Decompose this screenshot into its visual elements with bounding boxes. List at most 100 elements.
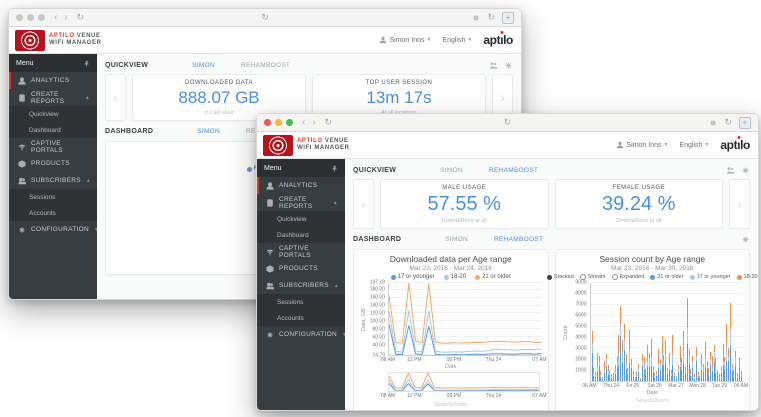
wifi-icon [18, 143, 26, 151]
gear-icon[interactable] [741, 166, 750, 175]
sidebar-item-sessions[interactable]: Sessions [257, 294, 345, 310]
app-header: APTILO VENUE WIFI MANAGER Simon Inns▼ En… [257, 132, 758, 159]
reload-icon[interactable]: ↻ [261, 13, 269, 22]
user-menu[interactable]: Simon Inns▼ [616, 141, 668, 149]
aptilo-brand-logo: aptılo [720, 139, 750, 151]
document-icon [266, 199, 274, 207]
sidebar-item-sessions[interactable]: Sessions [9, 189, 97, 205]
mode-option[interactable]: Stacked [547, 274, 574, 280]
carousel-prev-button[interactable]: ‹ [105, 74, 126, 121]
gear-icon[interactable] [741, 235, 750, 244]
people-icon [18, 177, 26, 185]
language-menu[interactable]: English▼ [442, 37, 472, 44]
legend-item[interactable]: 17 or younger [391, 274, 435, 280]
dashboard-title: DASHBOARD [105, 128, 153, 135]
sidebar-item-captive-portals[interactable]: CAPTIVE PORTALS [9, 138, 97, 155]
quickview-title: QUICKVIEW [105, 62, 148, 69]
add-window-icon[interactable]: + [502, 12, 514, 24]
stat-card-male-usage: MALE USAGE 57.55 % Downl&Rece at all [380, 179, 549, 229]
reload-icon[interactable]: ↻ [724, 118, 732, 127]
gear-icon [18, 226, 26, 234]
mode-option[interactable]: Expanded [612, 274, 645, 280]
box-icon [266, 265, 274, 273]
box-icon [18, 160, 26, 168]
window-button[interactable] [16, 14, 23, 21]
tab-rehamboost[interactable]: REHAMBOOST [489, 167, 538, 174]
logo-line2: WIFI MANAGER [297, 145, 350, 151]
window-button[interactable] [27, 14, 34, 21]
language-menu[interactable]: English▼ [679, 142, 709, 149]
line-plot[interactable] [388, 283, 542, 356]
range-navigator[interactable] [388, 372, 540, 392]
sidebar-item-configuration[interactable]: CONFIGURATION▼ [257, 326, 345, 343]
tab-rehamboost[interactable]: REHAMBOOST [241, 62, 290, 69]
carousel-next-button[interactable]: › [729, 179, 750, 229]
stacked-bars [591, 283, 744, 381]
reload-icon[interactable]: ↻ [324, 118, 332, 127]
minimize-window-button[interactable] [275, 119, 282, 126]
tab-simon[interactable]: SIMON [192, 62, 215, 69]
sidebar-item-analytics[interactable]: ANALYTICS [9, 72, 97, 89]
zoom-window-button[interactable] [286, 119, 293, 126]
sidebar-item-captive-portals[interactable]: CAPTIVE PORTALS [257, 243, 345, 260]
reload-icon[interactable]: ↻ [76, 13, 84, 22]
chart-caption: Search/Zoom [562, 398, 744, 404]
tab-simon[interactable]: SIMON [440, 167, 463, 174]
reload-icon[interactable]: ↻ [504, 118, 512, 127]
window-button[interactable] [38, 14, 45, 21]
tab-simon[interactable]: SIMON [197, 128, 220, 135]
menu-bar[interactable]: Menu [257, 159, 345, 177]
legend-item[interactable]: 18-20 [737, 274, 758, 280]
tab-simon[interactable]: SIMON [445, 236, 468, 243]
reload-icon[interactable]: ↻ [487, 13, 495, 22]
tab-rehamboost[interactable]: REHAMBOOST [494, 236, 543, 243]
gear-icon[interactable] [472, 14, 480, 22]
chart-mode-toggle[interactable]: StackedStreamExpanded [547, 274, 644, 280]
sidebar-item-quickview[interactable]: Quickview [9, 106, 97, 122]
bar-plot[interactable] [590, 283, 744, 382]
chart-legend[interactable]: 21 or older 17 or younger 18-20 [650, 274, 757, 280]
sidebar-item-analytics[interactable]: ANALYTICS [257, 177, 345, 194]
browser-back-forward-icons[interactable]: ‹ › [54, 13, 69, 23]
sidebar-item-create-reports[interactable]: CREATE REPORTS▲ [257, 194, 345, 211]
app-window-front: ‹ › ↻ ↻ ↻ + APTILO VENUE WIFI MANAGER [256, 113, 759, 411]
sidebar-item-subscribers[interactable]: SUBSCRIBERS▲ [9, 172, 97, 189]
legend-item[interactable]: 21 or older [650, 274, 683, 280]
menu-bar[interactable]: Menu [9, 54, 97, 72]
sidebar-item-quickview[interactable]: Quickview [257, 211, 345, 227]
gear-icon[interactable] [709, 119, 717, 127]
line-chart-card: Downloaded data per Age range Mar 23, 20… [353, 249, 549, 410]
browser-back-forward-icons[interactable]: ‹ › [302, 118, 317, 128]
quickview-title: QUICKVIEW [353, 167, 396, 174]
pin-icon[interactable] [331, 165, 338, 172]
aptilo-venue-logo: APTILO VENUE WIFI MANAGER [9, 30, 102, 51]
people-icon[interactable] [489, 61, 498, 70]
user-icon [616, 141, 624, 149]
aptilo-venue-logo: APTILO VENUE WIFI MANAGER [257, 135, 350, 156]
sidebar-item-create-reports[interactable]: CREATE REPORTS▲ [9, 89, 97, 106]
sidebar-item-accounts[interactable]: Accounts [9, 205, 97, 221]
people-icon[interactable] [726, 166, 735, 175]
sidebar-item-products[interactable]: PRODUCTS [257, 260, 345, 277]
people-icon [266, 282, 274, 290]
stat-value: 57.55 % [381, 193, 548, 216]
chart-legend[interactable]: 17 or younger 18-20 21 or older [360, 274, 542, 280]
pin-icon[interactable] [83, 60, 90, 67]
legend-item[interactable]: 18-20 [444, 274, 466, 280]
document-icon [18, 94, 26, 102]
gear-icon[interactable] [504, 61, 513, 70]
legend-item[interactable]: 21 or older [475, 274, 511, 280]
sidebar-item-dashboard[interactable]: Dashboard [257, 227, 345, 243]
sidebar-item-products[interactable]: PRODUCTS [9, 155, 97, 172]
carousel-prev-button[interactable]: ‹ [353, 179, 374, 229]
x-axis-ticks: 06 AMThu 24Fri 25Sat 26Mar 27Mon 28Tue 2… [590, 383, 742, 390]
close-window-button[interactable] [264, 119, 271, 126]
add-window-icon[interactable]: + [739, 117, 751, 129]
sidebar-item-subscribers[interactable]: SUBSCRIBERS▲ [257, 277, 345, 294]
user-icon [379, 36, 387, 44]
user-menu[interactable]: Simon Inns▼ [379, 36, 431, 44]
sidebar-item-configuration[interactable]: CONFIGURATION▼ [9, 221, 97, 238]
sidebar-item-accounts[interactable]: Accounts [257, 310, 345, 326]
legend-item[interactable]: 17 or younger [690, 274, 731, 280]
sidebar-item-dashboard[interactable]: Dashboard [9, 122, 97, 138]
